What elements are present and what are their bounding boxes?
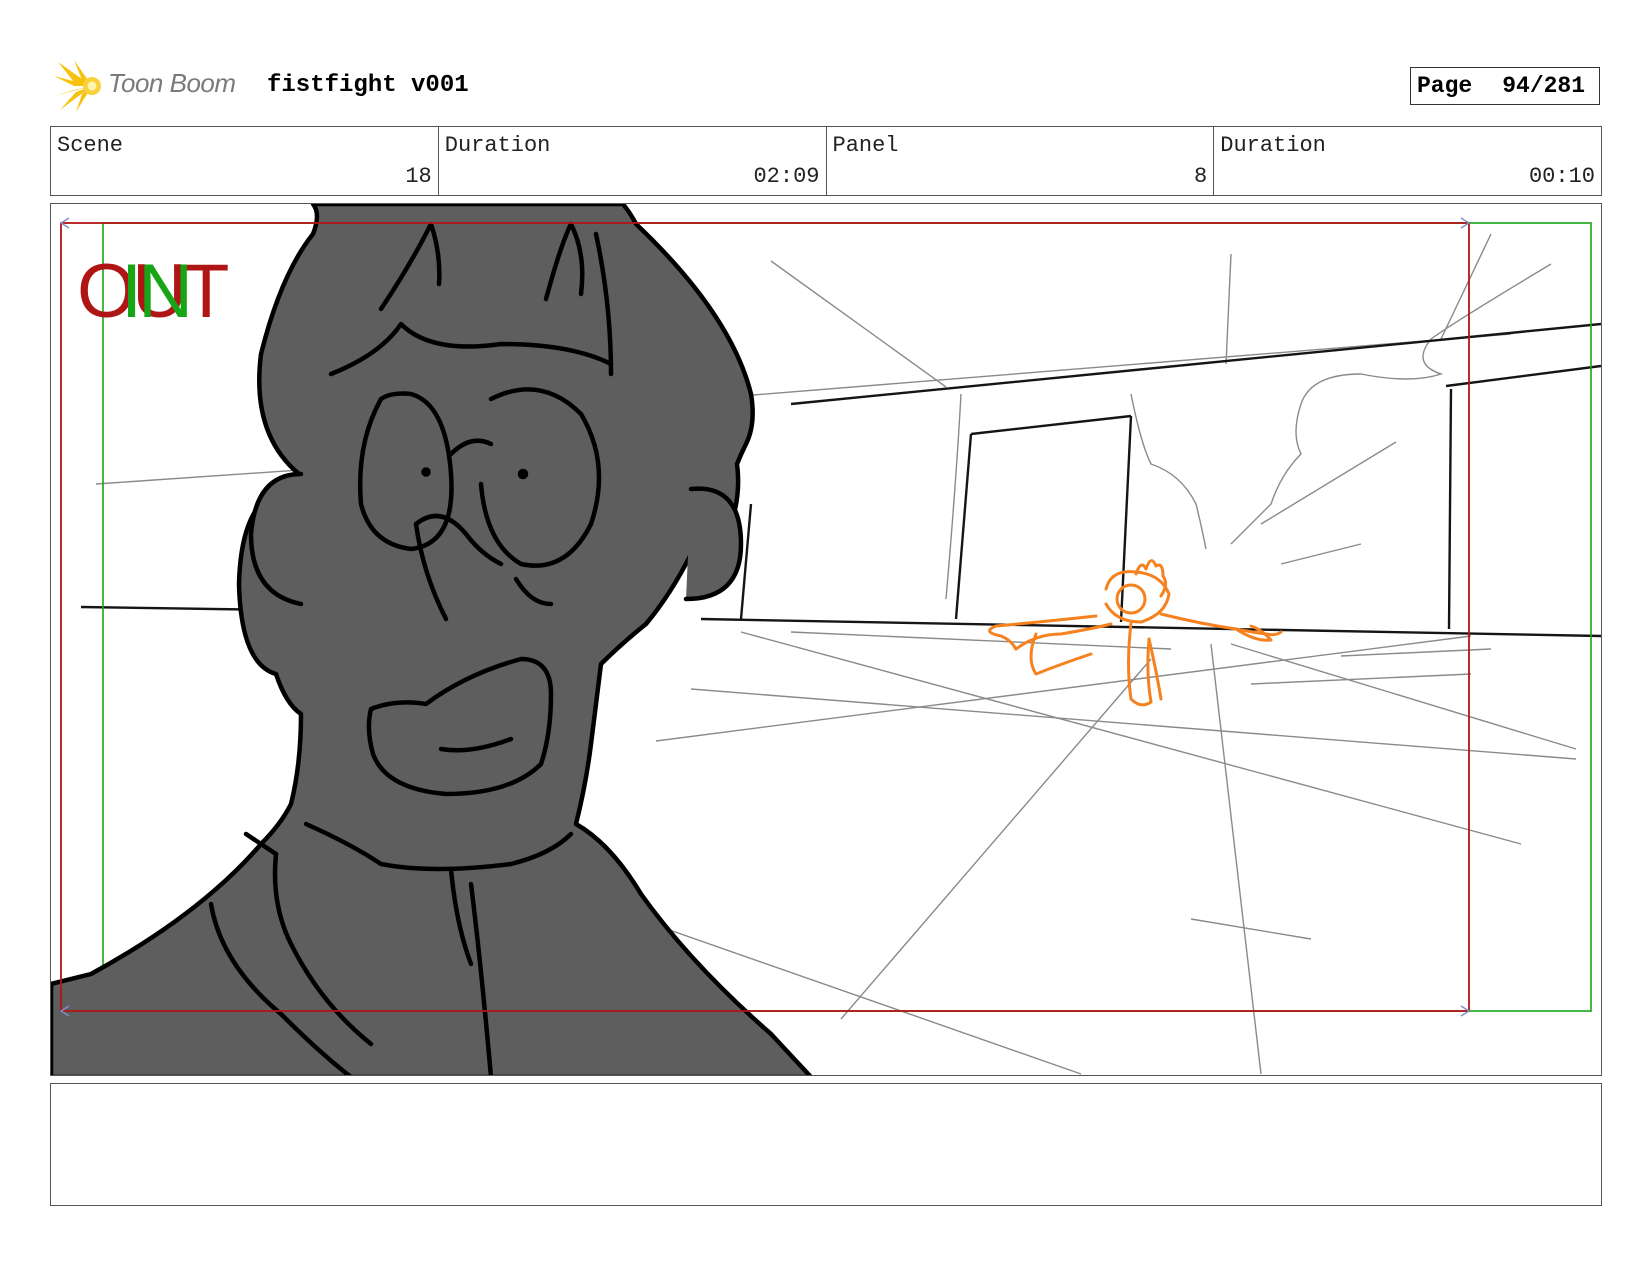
page-label: Page (1417, 73, 1473, 99)
panel-duration-value: 00:10 (1528, 164, 1595, 189)
scene-value: 18 (405, 164, 432, 189)
page-number: 94/281 (1502, 73, 1586, 99)
project-title: fistfight v001 (267, 72, 469, 99)
toon-boom-logo: Toon Boom (52, 58, 252, 114)
safe-in-label: IN (121, 249, 193, 334)
panel-duration-label: Duration (1220, 133, 1326, 158)
starburst-icon (54, 60, 101, 112)
page-indicator: Page 94/281 (1410, 67, 1600, 105)
panel-value: 8 (1194, 164, 1208, 189)
panel-duration-cell: Duration 00:10 (1214, 127, 1601, 195)
scene-duration-cell: Duration 02:09 (439, 127, 827, 195)
scene-cell: Scene 18 (51, 127, 439, 195)
panel-drawing (51, 204, 1601, 1075)
action-notes-box (50, 1083, 1602, 1206)
scene-duration-value: 02:09 (753, 164, 820, 189)
panel-cell: Panel 8 (827, 127, 1215, 195)
panel-info-table: Scene 18 Duration 02:09 Panel 8 Duration… (50, 126, 1602, 196)
logo-text: Toon Boom (108, 68, 236, 98)
scene-duration-label: Duration (444, 133, 551, 158)
scene-label: Scene (57, 133, 124, 158)
panel-label: Panel (832, 133, 899, 158)
foreground-character (51, 204, 813, 1075)
storyboard-panel: OUT IN (50, 203, 1602, 1076)
orange-sketch-figure (988, 559, 1283, 707)
